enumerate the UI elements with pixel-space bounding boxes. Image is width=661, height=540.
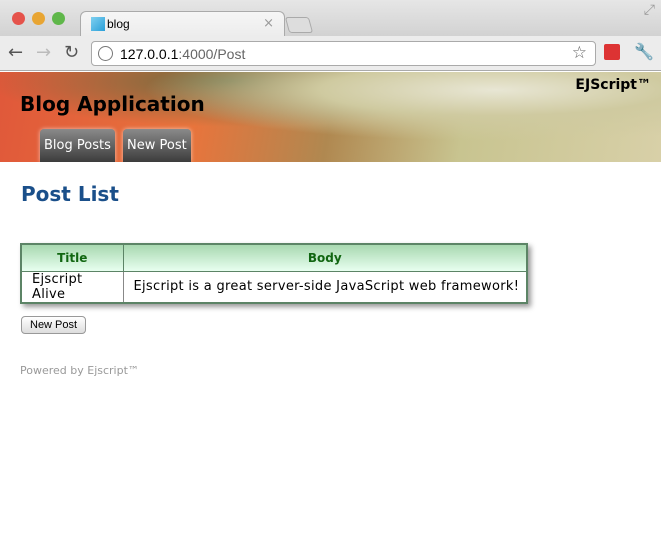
minimize-window-button[interactable] xyxy=(32,12,45,25)
bookmark-star-icon[interactable]: ☆ xyxy=(572,43,587,63)
extension-icon[interactable] xyxy=(604,44,620,60)
nav-new-post[interactable]: New Post xyxy=(123,129,191,162)
close-window-button[interactable] xyxy=(12,12,25,25)
table-row[interactable]: Ejscript Alive Ejscript is a great serve… xyxy=(20,270,528,303)
column-header-body[interactable]: Body xyxy=(122,243,528,272)
url-path: :4000/Post xyxy=(178,46,246,62)
tab-title: blog xyxy=(107,17,130,31)
nav-blog-posts[interactable]: Blog Posts xyxy=(40,129,115,162)
url-host: 127.0.0.1 xyxy=(120,46,179,62)
favicon-icon xyxy=(91,17,105,31)
tab-bar: blog × ⤢ xyxy=(0,0,661,37)
browser-toolbar: ← → ↻ 127.0.0.1:4000/Post ☆ 🔧 xyxy=(0,36,661,71)
page-title: Post List xyxy=(21,182,119,206)
reload-button[interactable]: ↻ xyxy=(64,42,79,63)
brand: EJScript™ xyxy=(575,77,651,93)
tab-blog[interactable]: blog × xyxy=(80,11,285,37)
cell-body[interactable]: Ejscript is a great server-side JavaScri… xyxy=(122,270,528,303)
close-tab-icon[interactable]: × xyxy=(263,16,274,31)
zoom-window-button[interactable] xyxy=(52,12,65,25)
cell-title[interactable]: Ejscript Alive xyxy=(20,270,124,303)
back-button[interactable]: ← xyxy=(8,42,23,63)
globe-icon xyxy=(98,46,113,61)
column-header-title[interactable]: Title xyxy=(20,243,124,272)
footer-text: Powered by Ejscript™ xyxy=(20,364,139,377)
wrench-icon[interactable]: 🔧 xyxy=(634,42,654,61)
new-post-button[interactable]: New Post xyxy=(21,316,87,334)
site-header: EJScript™ Blog Application Blog Posts Ne… xyxy=(0,72,661,162)
address-bar[interactable]: 127.0.0.1:4000/Post ☆ xyxy=(91,41,596,66)
app-title: Blog Application xyxy=(20,92,205,116)
posts-table: Title Body Ejscript Alive Ejscript is a … xyxy=(20,243,528,304)
new-tab-button[interactable] xyxy=(284,17,314,33)
fullscreen-icon[interactable]: ⤢ xyxy=(644,2,655,18)
forward-button[interactable]: → xyxy=(36,42,51,63)
